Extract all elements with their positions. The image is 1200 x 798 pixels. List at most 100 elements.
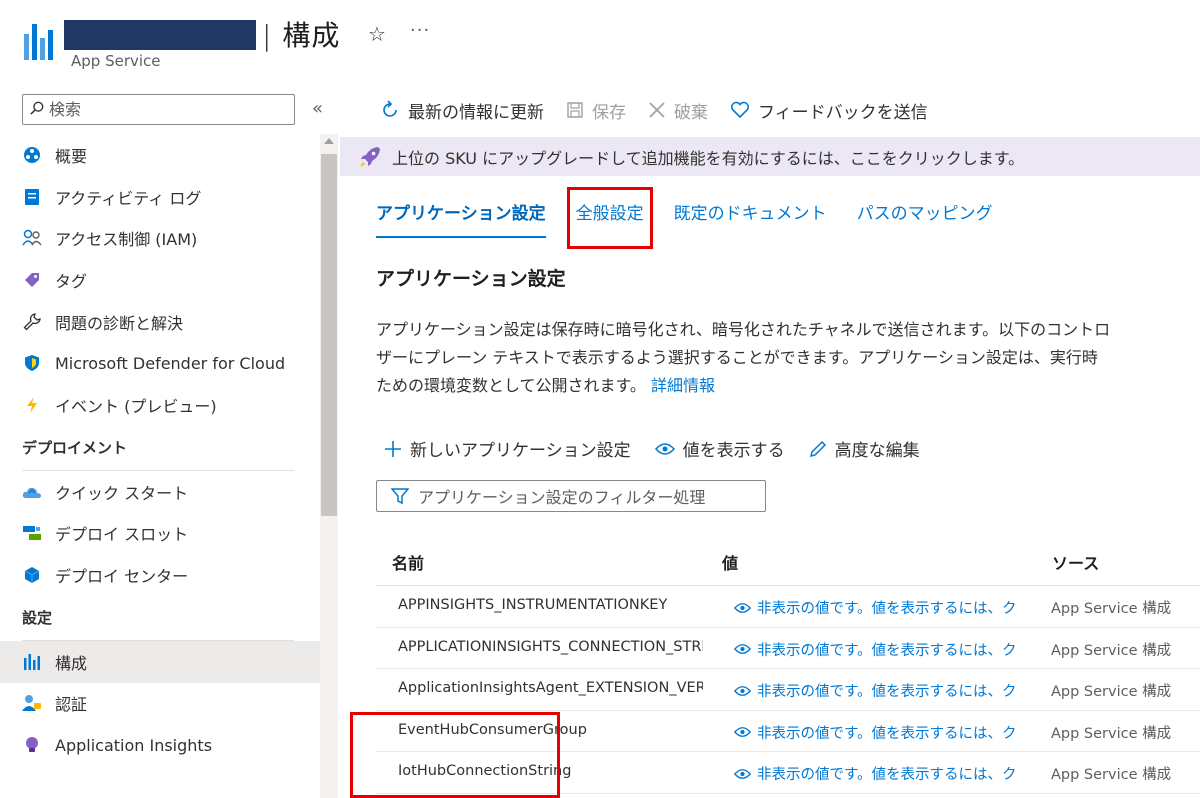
hidden-value-link[interactable]: 非表示の値です。値を表示するには、ク bbox=[734, 722, 1036, 743]
section-header-settings: 設定 bbox=[22, 609, 53, 628]
sidebar-search[interactable] bbox=[22, 94, 295, 125]
command-toolbar: 最新の情報に更新 保存 破棄 フィードバックを送信 bbox=[380, 96, 950, 124]
new-setting-button[interactable]: 新しいアプリケーション設定 bbox=[384, 436, 631, 461]
sidebar-scrollbar[interactable] bbox=[320, 134, 338, 798]
refresh-button[interactable]: 最新の情報に更新 bbox=[380, 98, 544, 123]
tab-application-settings[interactable]: アプリケーション設定 bbox=[376, 196, 546, 240]
sidebar-item-label: タグ bbox=[55, 271, 88, 291]
star-icon[interactable]: ☆ bbox=[368, 22, 386, 46]
hidden-value-link[interactable]: 非表示の値です。値を表示するには、ク bbox=[734, 763, 1036, 784]
tab-path-mappings[interactable]: パスのマッピング bbox=[857, 196, 993, 240]
table-row[interactable]: APPINSIGHTS_INSTRUMENTATIONKEY 非表示の値です。値… bbox=[376, 586, 1200, 628]
table-row[interactable]: ApplicationInsightsAgent_EXTENSION_VERSI… bbox=[376, 669, 1200, 711]
table-row[interactable]: APPLICATIONINSIGHTS_CONNECTION_STRIN 非表示… bbox=[376, 628, 1200, 670]
collapse-sidebar-icon[interactable]: « bbox=[312, 98, 323, 119]
scrollbar-thumb[interactable] bbox=[321, 154, 337, 516]
sidebar-item-authentication[interactable]: 認証 bbox=[0, 683, 320, 725]
sidebar-item-label: デプロイ スロット bbox=[55, 525, 189, 545]
settings-tabs: アプリケーション設定 全般設定 既定のドキュメント パスのマッピング bbox=[376, 187, 1023, 249]
close-icon bbox=[649, 102, 665, 118]
sidebar-item-deploy-center[interactable]: デプロイ センター bbox=[0, 554, 320, 596]
section-title: アプリケーション設定 bbox=[376, 268, 566, 290]
sidebar-item-overview[interactable]: 概要 bbox=[0, 134, 320, 176]
overview-icon bbox=[22, 145, 42, 165]
hidden-value-link[interactable]: 非表示の値です。値を表示するには、ク bbox=[734, 597, 1036, 618]
sidebar: « 概要 アクティビティ ログ アクセス制御 (IAM) bbox=[0, 84, 340, 798]
scroll-up-arrow-icon[interactable] bbox=[324, 138, 334, 144]
hidden-value-link[interactable]: 非表示の値です。値を表示するには、ク bbox=[734, 680, 1036, 701]
resource-type: App Service bbox=[71, 52, 161, 70]
more-options-icon[interactable]: ··· bbox=[410, 20, 430, 41]
sidebar-item-label: クイック スタート bbox=[55, 483, 189, 503]
sidebar-item-label: Microsoft Defender for Cloud bbox=[55, 353, 286, 373]
setting-source: App Service 構成 bbox=[1051, 767, 1172, 784]
column-header-name[interactable]: 名前 bbox=[392, 550, 424, 574]
sidebar-item-events[interactable]: イベント (プレビュー) bbox=[0, 384, 320, 426]
lightbulb-icon bbox=[22, 735, 42, 755]
page-title: | 構成 bbox=[262, 19, 341, 52]
save-icon bbox=[567, 102, 583, 118]
advanced-edit-button[interactable]: 高度な編集 bbox=[809, 436, 920, 461]
setting-name[interactable]: IotHubConnectionString bbox=[398, 763, 703, 779]
filter-settings-button[interactable]: アプリケーション設定のフィルター処理 bbox=[376, 480, 766, 512]
main-content: 最新の情報に更新 保存 破棄 フィードバックを送信 上位の SKU にアップグレ… bbox=[340, 84, 1200, 798]
search-input[interactable] bbox=[49, 97, 289, 122]
search-icon bbox=[30, 101, 44, 115]
activity-log-icon bbox=[22, 187, 42, 207]
setting-name[interactable]: EventHubConsumerGroup bbox=[398, 722, 703, 738]
sidebar-item-label: Application Insights bbox=[55, 735, 213, 755]
sidebar-item-access-control[interactable]: アクセス制御 (IAM) bbox=[0, 217, 320, 259]
hidden-value-link[interactable]: 非表示の値です。値を表示するには、ク bbox=[734, 639, 1036, 660]
app-settings-table: 名前 値 ソース APPINSIGHTS_INSTRUMENTATIONKEY … bbox=[376, 540, 1200, 794]
sidebar-item-label: アクティビティ ログ bbox=[55, 188, 202, 208]
sidebar-item-defender[interactable]: Microsoft Defender for Cloud bbox=[0, 342, 320, 384]
setting-source: App Service 構成 bbox=[1051, 601, 1172, 617]
sidebar-item-tags[interactable]: タグ bbox=[0, 259, 320, 301]
auth-icon bbox=[22, 693, 42, 713]
config-logo-icon bbox=[24, 24, 54, 60]
description-line: アプリケーション設定は保存時に暗号化され、暗号化されたチャネルで送信されます。以… bbox=[376, 320, 1111, 339]
sidebar-item-label: アクセス制御 (IAM) bbox=[55, 230, 198, 250]
rocket-icon bbox=[360, 146, 380, 167]
sidebar-item-label: 構成 bbox=[55, 653, 88, 673]
tag-icon bbox=[22, 270, 42, 290]
sidebar-item-deploy-slots[interactable]: デプロイ スロット bbox=[0, 513, 320, 555]
setting-name[interactable]: APPINSIGHTS_INSTRUMENTATIONKEY bbox=[398, 597, 703, 613]
sidebar-item-activity-log[interactable]: アクティビティ ログ bbox=[0, 176, 320, 218]
show-values-button[interactable]: 値を表示する bbox=[654, 436, 785, 461]
upgrade-banner[interactable]: 上位の SKU にアップグレードして追加機能を有効にするには、ここをクリックしま… bbox=[340, 137, 1200, 176]
shield-icon bbox=[22, 353, 42, 373]
setting-name[interactable]: ApplicationInsightsAgent_EXTENSION_VERSI bbox=[398, 680, 703, 696]
sidebar-item-quickstart[interactable]: クイック スタート bbox=[0, 471, 320, 513]
sidebar-item-configuration[interactable]: 構成 bbox=[0, 640, 320, 683]
table-row[interactable]: IotHubConnectionString 非表示の値です。値を表示するには、… bbox=[376, 752, 1200, 794]
discard-button[interactable]: 破棄 bbox=[648, 98, 708, 123]
settings-commands: 新しいアプリケーション設定 値を表示する 高度な編集 bbox=[384, 436, 944, 461]
cloud-icon bbox=[22, 482, 42, 502]
sidebar-item-diagnose[interactable]: 問題の診断と解決 bbox=[0, 301, 320, 343]
sidebar-item-app-insights[interactable]: Application Insights bbox=[0, 724, 320, 766]
column-header-source[interactable]: ソース bbox=[1052, 550, 1099, 574]
learn-more-link[interactable]: 詳細情報 bbox=[651, 376, 715, 395]
table-header: 名前 値 ソース bbox=[376, 540, 1200, 586]
setting-name[interactable]: APPLICATIONINSIGHTS_CONNECTION_STRIN bbox=[398, 639, 703, 655]
tab-general-settings[interactable]: 全般設定 bbox=[566, 187, 653, 249]
section-description: アプリケーション設定は保存時に暗号化され、暗号化されたチャネルで送信されます。以… bbox=[376, 316, 1200, 400]
column-header-value[interactable]: 値 bbox=[722, 550, 738, 574]
tab-default-documents[interactable]: 既定のドキュメント bbox=[674, 196, 827, 240]
setting-source: App Service 構成 bbox=[1051, 684, 1172, 701]
eye-icon bbox=[734, 727, 751, 738]
feedback-button[interactable]: フィードバックを送信 bbox=[730, 98, 928, 123]
sidebar-item-label: デプロイ センター bbox=[55, 567, 189, 587]
blade-header: | 構成 ☆ ··· App Service bbox=[0, 0, 1200, 84]
setting-source: App Service 構成 bbox=[1051, 642, 1172, 659]
refresh-icon bbox=[383, 100, 397, 117]
sidebar-item-label: 認証 bbox=[55, 695, 88, 715]
slots-icon bbox=[22, 523, 42, 543]
config-icon bbox=[22, 652, 42, 672]
table-row[interactable]: EventHubConsumerGroup 非表示の値です。値を表示するには、ク… bbox=[376, 711, 1200, 753]
plus-icon bbox=[385, 440, 401, 457]
eye-icon bbox=[734, 644, 751, 655]
redacted-resource-name bbox=[64, 20, 256, 50]
save-button[interactable]: 保存 bbox=[566, 98, 626, 123]
